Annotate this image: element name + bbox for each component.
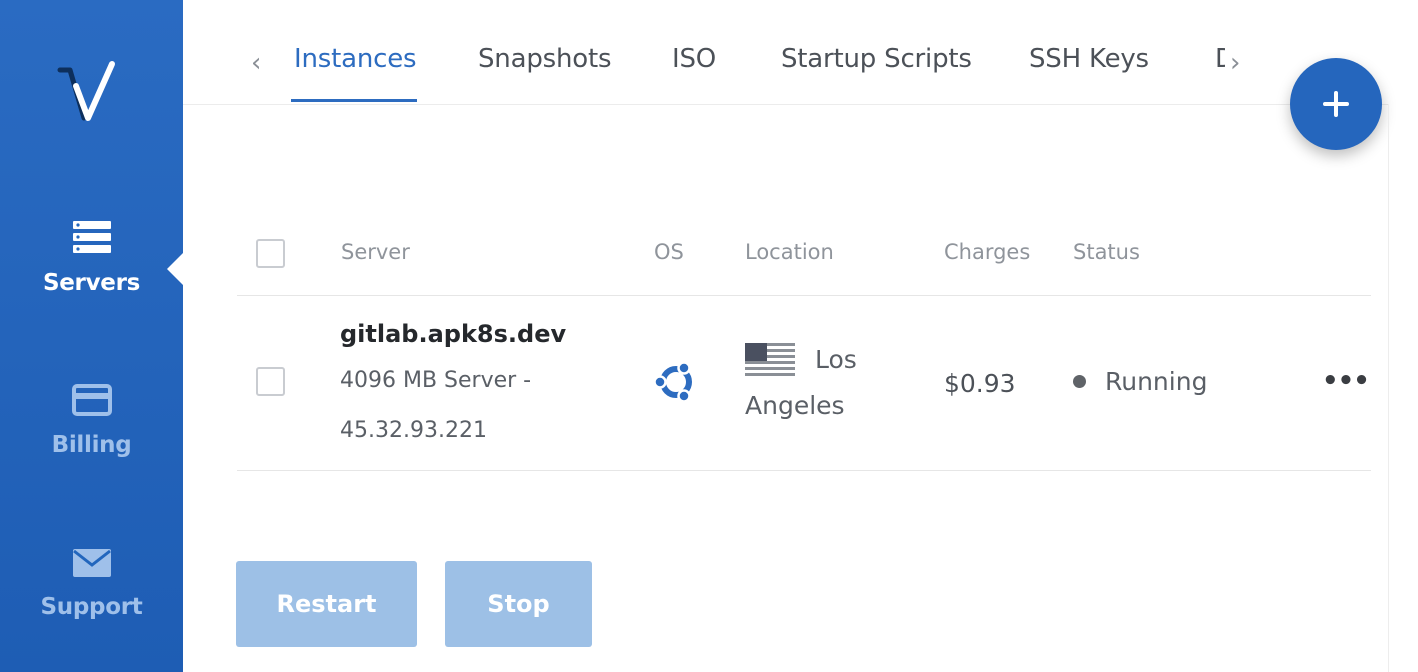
server-ip: 45.32.93.221	[340, 418, 487, 443]
active-indicator	[167, 253, 183, 285]
column-header-location: Location	[745, 240, 834, 264]
column-header-charges: Charges	[944, 240, 1031, 264]
divider	[237, 470, 1371, 471]
tab-clipped[interactable]: D	[1215, 44, 1225, 84]
ubuntu-icon	[653, 361, 692, 403]
select-all-checkbox[interactable]	[256, 239, 285, 268]
server-stack-icon	[72, 221, 111, 253]
charges-value: $0.93	[944, 369, 1016, 398]
tab-iso[interactable]: ISO	[672, 44, 716, 74]
sidebar-item-label: Billing	[51, 432, 132, 458]
sidebar-item-support[interactable]: Support	[0, 548, 183, 620]
column-header-os: OS	[654, 240, 684, 264]
location-city-2: Angeles	[745, 391, 845, 420]
tab-instances[interactable]: Instances	[294, 44, 417, 74]
divider	[237, 295, 1371, 296]
tab-bar: ‹ Instances Snapshots ISO Startup Script…	[183, 0, 1388, 105]
chevron-left-icon[interactable]: ‹	[251, 48, 261, 78]
credit-card-icon	[71, 384, 112, 416]
scroll-edge	[1388, 104, 1389, 672]
active-tab-underline	[291, 99, 417, 102]
server-name-link[interactable]: gitlab.apk8s.dev	[340, 320, 566, 348]
envelope-icon	[72, 549, 111, 577]
column-header-server: Server	[341, 240, 410, 264]
sidebar-item-label: Support	[40, 594, 143, 620]
tab-snapshots[interactable]: Snapshots	[478, 44, 611, 74]
more-options-icon[interactable]: •••	[1322, 366, 1370, 396]
row-checkbox[interactable]	[256, 367, 285, 396]
tab-startup-scripts[interactable]: Startup Scripts	[781, 44, 972, 74]
us-flag-icon	[745, 343, 795, 377]
tab-clipped-label: D	[1215, 44, 1225, 74]
add-server-button[interactable]	[1290, 58, 1382, 150]
sidebar: Servers Billing Support	[0, 0, 183, 672]
restart-button[interactable]: Restart	[236, 561, 417, 647]
sidebar-item-billing[interactable]: Billing	[0, 384, 183, 458]
chevron-right-icon[interactable]: ›	[1230, 48, 1240, 78]
status-badge: Running	[1105, 367, 1208, 396]
sidebar-item-servers[interactable]: Servers	[0, 220, 183, 296]
column-header-status: Status	[1073, 240, 1140, 264]
sidebar-item-label: Servers	[42, 270, 141, 296]
server-detail: 4096 MB Server -	[340, 368, 532, 393]
stop-button[interactable]: Stop	[445, 561, 592, 647]
status-indicator	[1073, 375, 1086, 388]
tab-ssh-keys[interactable]: SSH Keys	[1029, 44, 1149, 74]
location-city: Los	[815, 345, 857, 374]
vultr-logo[interactable]	[50, 56, 124, 130]
